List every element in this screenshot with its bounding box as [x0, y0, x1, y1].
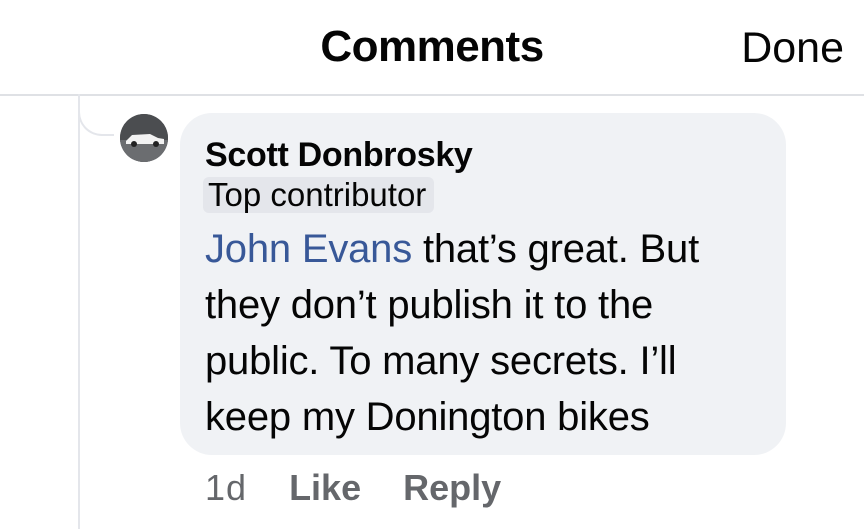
done-button[interactable]: Done [741, 24, 844, 73]
comment-timestamp: 1d [205, 467, 248, 508]
comment-line-3: public. To many secrets. I’ll [205, 339, 677, 383]
mention-link[interactable]: John Evans [205, 227, 412, 271]
comment-bubble[interactable]: Scott Donbrosky Top contributor John Eva… [180, 113, 786, 455]
comment-text: John Evans that’s great. But they don’t … [205, 221, 762, 445]
reply-button[interactable]: Reply [403, 467, 501, 508]
thread-connector [78, 94, 114, 136]
comment-line-1: that’s great. But [412, 227, 699, 271]
car-photo-icon [120, 114, 168, 162]
like-button[interactable]: Like [289, 467, 361, 508]
thread-line [78, 96, 80, 529]
comment-line-2: they don’t publish it to the [205, 283, 654, 327]
comment-line-4: keep my Donington bikes [205, 395, 650, 439]
avatar[interactable] [120, 114, 168, 162]
page-title: Comments [320, 22, 544, 71]
author-name[interactable]: Scott Donbrosky [205, 133, 762, 177]
comment-actions: 1d Like Reply [205, 466, 533, 510]
top-contributor-badge: Top contributor [203, 177, 435, 213]
comments-header: Comments Done [0, 0, 864, 96]
